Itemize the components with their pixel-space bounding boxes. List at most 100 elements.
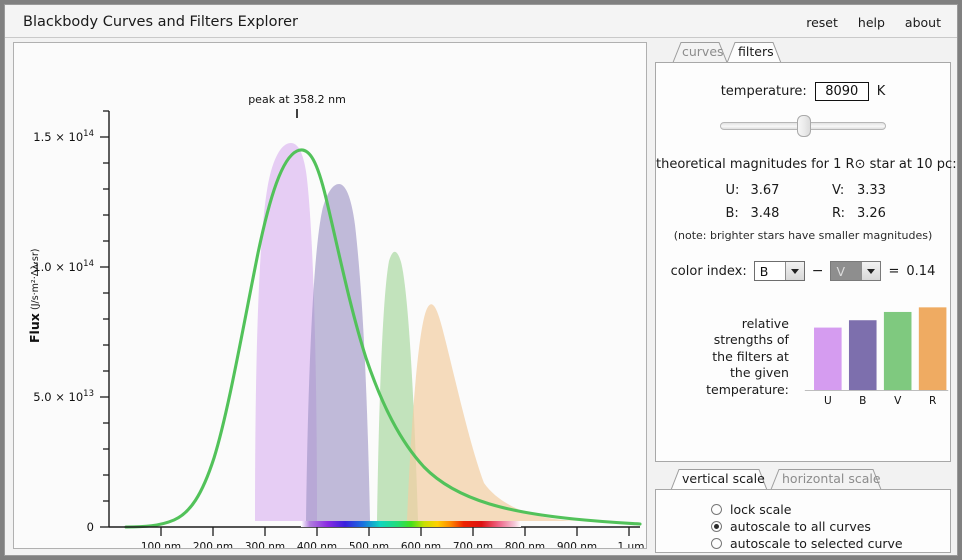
radio-autoscale-all[interactable]: autoscale to all curves bbox=[711, 518, 950, 535]
magnitudes-row-2: B: 3.48 R: 3.26 bbox=[696, 206, 911, 221]
rel-line-2: strengths of bbox=[713, 332, 789, 348]
x-tick-label-3: 300 nm bbox=[245, 541, 285, 548]
radio-autoscale-selected[interactable]: autoscale to selected curve bbox=[711, 535, 950, 552]
rel-line-3: the filters at bbox=[712, 348, 789, 364]
peak-annotation-label: peak at 358.2 nm bbox=[248, 93, 346, 106]
radio-label-autoscale-all: autoscale to all curves bbox=[730, 519, 871, 534]
visible-spectrum-strip bbox=[301, 521, 521, 527]
rel-line-4: the given bbox=[730, 365, 789, 381]
tab-curves[interactable]: curves bbox=[665, 42, 727, 63]
scale-options-panel: lock scale autoscale to all curves autos… bbox=[655, 489, 951, 553]
color-index-first-value: B bbox=[759, 263, 769, 279]
y-tick-label-1: 1.5 × 10 bbox=[33, 130, 83, 144]
magnitude-b-key: B: bbox=[725, 206, 739, 221]
x-tick-label-1: 100 nm bbox=[141, 541, 181, 548]
radio-icon-autoscale-selected[interactable] bbox=[711, 538, 722, 549]
about-button[interactable]: about bbox=[905, 15, 941, 30]
relative-strengths-label: relative strengths of the filters at the… bbox=[674, 316, 789, 399]
color-index-row: color index: B − V = 0.14 bbox=[656, 261, 950, 281]
tab-horizontal-scale-label: horizontal scale bbox=[782, 471, 881, 486]
tab-filters-label: filters bbox=[738, 44, 774, 59]
chevron-down-icon-2 bbox=[861, 262, 881, 280]
radio-icon-lock-scale[interactable] bbox=[711, 504, 722, 515]
rel-line-1: relative bbox=[741, 315, 789, 331]
magnitude-u: U: 3.67 bbox=[696, 183, 805, 198]
bar-u bbox=[813, 327, 842, 391]
x-tick-label-5: 500 nm bbox=[349, 541, 389, 548]
y-tick-label-3: 5.0 × 10 bbox=[33, 390, 83, 404]
tab-curves-label: curves bbox=[682, 44, 724, 59]
title-bar: Blackbody Curves and Filters Explorer re… bbox=[5, 5, 957, 38]
right-column: curves filters temperature: K theor bbox=[655, 42, 957, 553]
magnitudes-note: (note: brighter stars have smaller magni… bbox=[673, 229, 933, 242]
color-index-second-value: V bbox=[836, 263, 846, 279]
tabstrip-bottom: vertical scale horizontal scale bbox=[655, 469, 951, 490]
app-window: Blackbody Curves and Filters Explorer re… bbox=[4, 4, 958, 556]
x-tick-label-8: 800 nm bbox=[505, 541, 545, 548]
bar-label-v: V bbox=[894, 395, 902, 407]
y-tick-exp-2: 14 bbox=[83, 259, 94, 269]
magnitudes-heading: theoretical magnitudes for 1 R⊙ star at … bbox=[656, 157, 957, 172]
plot-panel[interactable]: 1.5 × 1014 1.0 × 1014 5.0 × 1013 0 Flux … bbox=[13, 42, 647, 549]
temperature-row: temperature: K bbox=[656, 82, 950, 101]
x-tick-label-9: 900 nm bbox=[557, 541, 597, 548]
magnitude-v-key: V: bbox=[832, 183, 845, 198]
y-tick-exp-3: 13 bbox=[83, 389, 94, 399]
color-index-second-select[interactable]: V bbox=[830, 261, 882, 281]
bar-label-u: U bbox=[824, 395, 832, 407]
color-index-value: 0.14 bbox=[906, 263, 936, 279]
temperature-slider[interactable] bbox=[720, 113, 886, 137]
filter-strength-barchart: U B V R bbox=[804, 307, 949, 407]
tab-horizontal-scale[interactable]: horizontal scale bbox=[765, 469, 887, 490]
magnitude-u-value: 3.67 bbox=[750, 183, 780, 198]
radio-lock-scale[interactable]: lock scale bbox=[711, 501, 950, 518]
reset-button[interactable]: reset bbox=[806, 15, 838, 30]
bar-b bbox=[848, 320, 877, 391]
relative-strengths-block: relative strengths of the filters at the… bbox=[656, 303, 950, 411]
help-button[interactable]: help bbox=[858, 15, 885, 30]
magnitudes-grid: U: 3.67 V: 3.33 B: 3.48 R: 3.26 bbox=[696, 183, 911, 221]
radio-icon-autoscale-all[interactable] bbox=[711, 521, 722, 532]
title-links: reset help about bbox=[806, 15, 941, 30]
chevron-down-icon bbox=[784, 262, 804, 280]
magnitude-u-key: U: bbox=[725, 183, 740, 198]
color-index-equals: = bbox=[888, 263, 900, 279]
scale-radio-group: lock scale autoscale to all curves autos… bbox=[656, 490, 950, 552]
temperature-input[interactable] bbox=[814, 82, 869, 101]
x-tick-label-7: 700 nm bbox=[453, 541, 493, 548]
y-axis-title-main: Flux bbox=[27, 313, 42, 343]
magnitude-r-key: R: bbox=[832, 206, 846, 221]
slider-thumb[interactable] bbox=[797, 115, 811, 137]
tab-filters[interactable]: filters bbox=[721, 42, 787, 63]
magnitude-v-value: 3.33 bbox=[857, 183, 886, 198]
radio-label-lock-scale: lock scale bbox=[730, 502, 792, 517]
y-tick-exp-1: 14 bbox=[83, 129, 94, 139]
bar-v bbox=[883, 311, 912, 391]
magnitudes-row-1: U: 3.67 V: 3.33 bbox=[696, 183, 911, 198]
color-index-label: color index: bbox=[670, 263, 747, 279]
y-axis-title-units: (J/s·m²·Δλ·sr) bbox=[30, 249, 41, 310]
magnitude-b: B: 3.48 bbox=[696, 206, 805, 221]
temperature-unit-label: K bbox=[876, 84, 886, 99]
radio-label-autoscale-selected: autoscale to selected curve bbox=[730, 536, 903, 551]
y-tick-label-4: 0 bbox=[87, 520, 94, 534]
blackbody-plot[interactable]: 1.5 × 1014 1.0 × 1014 5.0 × 1013 0 Flux … bbox=[14, 43, 646, 548]
rel-line-5: temperature: bbox=[706, 381, 789, 397]
page-title: Blackbody Curves and Filters Explorer bbox=[23, 14, 298, 30]
tabstrip-top: curves filters bbox=[655, 42, 951, 63]
bar-label-b: B bbox=[859, 395, 866, 407]
x-tick-label-2: 200 nm bbox=[193, 541, 233, 548]
tab-vertical-scale-label: vertical scale bbox=[682, 471, 765, 486]
tab-vertical-scale[interactable]: vertical scale bbox=[665, 469, 773, 490]
magnitude-r: R: 3.26 bbox=[804, 206, 911, 221]
x-tick-label-6: 600 nm bbox=[401, 541, 441, 548]
magnitude-b-value: 3.48 bbox=[750, 206, 780, 221]
color-index-first-select[interactable]: B bbox=[753, 261, 805, 281]
x-tick-label-4: 400 nm bbox=[297, 541, 337, 548]
color-index-minus: − bbox=[811, 263, 824, 279]
magnitude-v: V: 3.33 bbox=[804, 183, 911, 198]
filters-panel: temperature: K theoretical magnitudes fo… bbox=[655, 62, 957, 462]
x-tick-label-10: 1 µm bbox=[618, 541, 645, 548]
y-axis-title: Flux (J/s·m²·Δλ·sr) bbox=[27, 249, 42, 343]
magnitude-r-value: 3.26 bbox=[857, 206, 886, 221]
